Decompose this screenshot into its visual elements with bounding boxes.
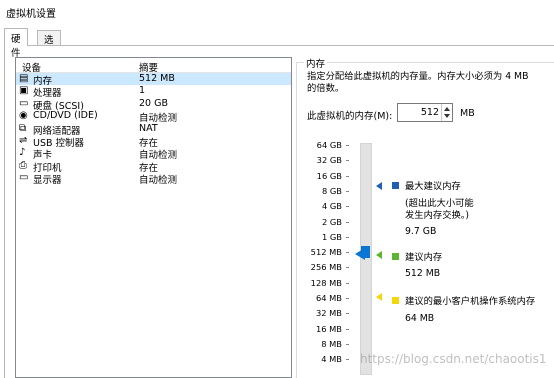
memory-input-value[interactable]: 512 [421, 107, 439, 118]
scale-tick-label: 2 GB [321, 216, 342, 227]
scale-tick-mark [346, 145, 349, 146]
scale-tick-mark [346, 267, 349, 269]
memory-description-line-2: 的倍数。 [307, 83, 345, 94]
scale-tick-label: 512 MB [310, 247, 342, 258]
device-summary: 512 MB [139, 73, 175, 84]
watermark: https://blog.csdn.net/chaootis1 [360, 352, 547, 366]
scale-tick-mark [346, 206, 349, 208]
scale-tick-label: 8 GB [321, 185, 342, 196]
device-summary: 自动检测 [139, 175, 178, 187]
device-row[interactable]: ◉ CD/DVD (IDE) 自动检测 [16, 110, 291, 124]
scale-tick-mark [346, 313, 349, 315]
scale-tick-mark [346, 160, 349, 162]
harddisk-icon: ▭ [19, 97, 29, 109]
device-name: 显示器 [33, 175, 62, 187]
device-row[interactable]: ⎙ 打印机 存在 [16, 159, 291, 174]
scale-tick-label: 16 MB [315, 323, 342, 334]
sound-card-icon: ♪ [19, 147, 26, 159]
printer-icon: ⎙ [19, 159, 27, 171]
device-summary: 20 GB [139, 97, 168, 109]
memory-group-title: 内存 [304, 56, 328, 70]
device-row[interactable]: ▭ 显示器 自动检测 [16, 172, 291, 187]
scale-tick-mark [346, 236, 349, 238]
cd-dvd-icon: ◉ [19, 110, 28, 122]
min-guest-label: 建议的最小客户机操作系统内存 [405, 296, 536, 307]
scale-tick-label: 8 MB [321, 338, 342, 349]
scale-tick-label: 32 GB [316, 155, 342, 166]
max-recommended-legend-icon [392, 182, 399, 189]
memory-description: 指定分配给此虚拟机的内存量。内存大小必须为 4 MB 的倍数。 [307, 71, 547, 95]
memory-input[interactable]: 512 [397, 103, 453, 122]
device-row[interactable]: ⧉ 网络适配器 NAT [16, 122, 291, 137]
memory-icon: ▤ [19, 73, 29, 84]
scale-tick-mark [346, 343, 349, 345]
scale-tick-label: 4 GB [321, 201, 342, 212]
device-row[interactable]: ▣ 处理器 1 [16, 85, 291, 99]
memory-description-line-1: 指定分配给此虚拟机的内存量。内存大小必须为 4 MB [307, 71, 529, 82]
scale-tick-mark [346, 190, 349, 192]
spin-down-icon[interactable] [444, 114, 450, 118]
max-recommended-value: 9.7 GB [405, 226, 437, 237]
device-row[interactable]: ⇌ USB 控制器 存在 [16, 134, 291, 149]
memory-field-label: 此虚拟机的内存(M): [307, 111, 393, 122]
scale-tick-label: 64 MB [315, 293, 342, 303]
min-guest-marker-icon [376, 293, 382, 301]
network-adapter-icon: ⧉ [19, 122, 27, 134]
scale-tick-mark [346, 175, 349, 177]
scale-tick-mark [346, 359, 349, 361]
device-row[interactable]: ♪ 声卡 自动检测 [16, 147, 291, 162]
spin-up-icon[interactable] [444, 107, 450, 111]
column-header-device[interactable]: 设备 [22, 60, 41, 74]
tab-options[interactable]: 选项 [37, 30, 61, 60]
min-guest-legend-icon [392, 297, 399, 304]
tab-hardware[interactable]: 硬件 [4, 28, 28, 59]
scale-tick-label: 64 GB [316, 140, 342, 150]
min-guest-value: 64 MB [405, 313, 435, 324]
usb-icon: ⇌ [19, 134, 28, 146]
scale-tick-mark [346, 252, 349, 254]
max-recommended-note-1: (超出此大小可能 [405, 198, 474, 209]
max-recommended-note-2: 发生内存交换。) [405, 210, 470, 221]
display-icon: ▭ [19, 172, 29, 184]
slider-thumb-arrow-icon[interactable] [355, 248, 365, 260]
recommended-label: 建议内存 [405, 252, 443, 263]
recommended-value: 512 MB [405, 268, 441, 279]
window-title: 虚拟机设置 [0, 0, 554, 25]
memory-unit-label: MB [460, 108, 475, 119]
recommended-marker-icon [376, 251, 382, 259]
device-row[interactable]: ▤ 内存 512 MB [16, 73, 291, 87]
device-row[interactable]: ▭ 硬盘 (SCSI) 20 GB [16, 97, 291, 112]
device-summary: NAT [139, 122, 158, 134]
scale-tick-mark [346, 328, 349, 330]
scale-tick-label: 16 GB [316, 170, 342, 181]
device-list-header: 设备 摘要 [16, 58, 291, 74]
scale-tick-label: 1 GB [321, 231, 342, 242]
max-recommended-label: 最大建议内存 [405, 181, 461, 192]
memory-spinner[interactable] [441, 104, 452, 121]
max-recommended-marker-icon [376, 182, 382, 190]
scale-tick-label: 4 MB [321, 354, 342, 365]
processor-icon: ▣ [19, 85, 29, 97]
scale-tick-mark [346, 282, 349, 284]
column-header-summary[interactable]: 摘要 [139, 60, 158, 74]
device-summary: 1 [139, 85, 146, 97]
scale-tick-label: 32 MB [315, 308, 342, 319]
scale-tick-label: 128 MB [310, 277, 342, 288]
scale-tick-mark [346, 221, 349, 223]
scale-tick-label: 256 MB [310, 262, 342, 273]
scale-tick-mark [346, 298, 349, 299]
device-list[interactable]: 设备 摘要 ▤ 内存 512 MB ▣ 处理器 1 ▭ 硬盘 (SCSI) 20 GB ◉ CD/D… [15, 57, 292, 378]
recommended-legend-icon [392, 253, 399, 260]
device-name: CD/DVD (IDE) [33, 110, 98, 122]
